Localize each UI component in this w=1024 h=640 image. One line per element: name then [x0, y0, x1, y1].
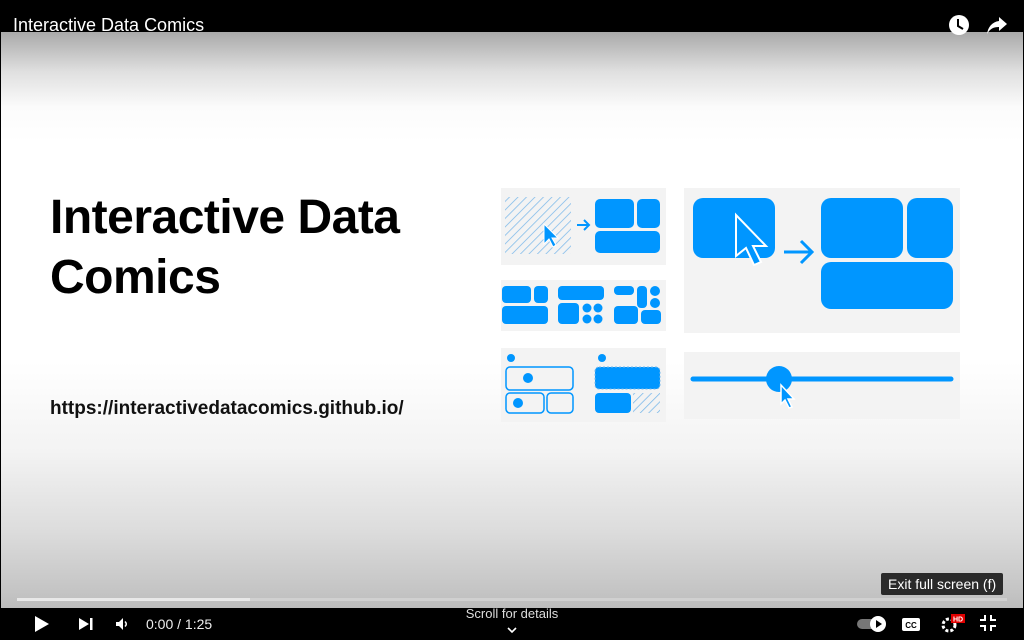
slide-title-line2: Comics: [50, 251, 221, 304]
share-icon[interactable]: [986, 14, 1008, 36]
illustration-select-panel: [501, 348, 666, 422]
hd-badge-label: HD: [953, 617, 963, 624]
arrow-right-icon: [577, 219, 591, 231]
settings-icon: HD: [941, 614, 965, 633]
captions-icon: CC: [902, 617, 920, 631]
captions-button[interactable]: CC: [900, 613, 922, 635]
video-title[interactable]: Interactive Data Comics: [13, 15, 204, 35]
play-button[interactable]: [32, 612, 52, 636]
next-icon: [79, 618, 93, 630]
video-frame[interactable]: Interactive Data Comics https://interact…: [1, 32, 1023, 608]
slide-title-line1: Interactive Data: [50, 191, 400, 244]
settings-button[interactable]: HD: [940, 610, 966, 636]
svg-text:CC: CC: [905, 621, 917, 630]
autoplay-icon: [857, 616, 886, 632]
large-expand-illustration: [693, 198, 953, 309]
hatched-area: [505, 197, 571, 254]
illustration-slider-panel: [684, 352, 960, 419]
exit-fullscreen-tooltip: Exit full screen (f): [881, 573, 1004, 595]
autoplay-toggle[interactable]: [856, 613, 888, 635]
arrow-right-icon: [784, 239, 815, 265]
exit-fullscreen-icon: [980, 615, 996, 631]
progress-buffered: [17, 598, 250, 601]
scroll-for-details[interactable]: Scroll for details: [440, 606, 584, 638]
layouts-illustration: [502, 286, 661, 324]
time-display: 0:00 / 1:25: [146, 616, 213, 632]
volume-button[interactable]: [112, 612, 132, 636]
scroll-hint-label: Scroll for details: [465, 606, 559, 621]
expand-illustration: [505, 197, 660, 254]
slide-title: Interactive Data Comics: [50, 188, 400, 308]
slider-illustration: [690, 366, 954, 409]
chevron-down-icon: [507, 627, 517, 634]
next-button[interactable]: [76, 612, 96, 636]
player-controls: 0:00 / 1:25 Scroll for details CC HD: [0, 606, 1024, 640]
slide-url: https://interactivedatacomics.github.io/: [50, 398, 404, 419]
play-icon: [35, 616, 49, 632]
illustration-large-expand-panel: [684, 188, 960, 333]
illustration-layouts-panel: [501, 280, 666, 331]
select-illustration: [505, 354, 661, 414]
slider-knob: [766, 366, 792, 392]
progress-bar[interactable]: [17, 598, 1007, 601]
watch-later-icon[interactable]: [948, 14, 970, 36]
player-top-bar: Interactive Data Comics: [0, 0, 1024, 35]
exit-fullscreen-button[interactable]: [977, 612, 999, 634]
volume-icon: [116, 618, 127, 630]
illustration-expand-panel: [501, 188, 666, 265]
